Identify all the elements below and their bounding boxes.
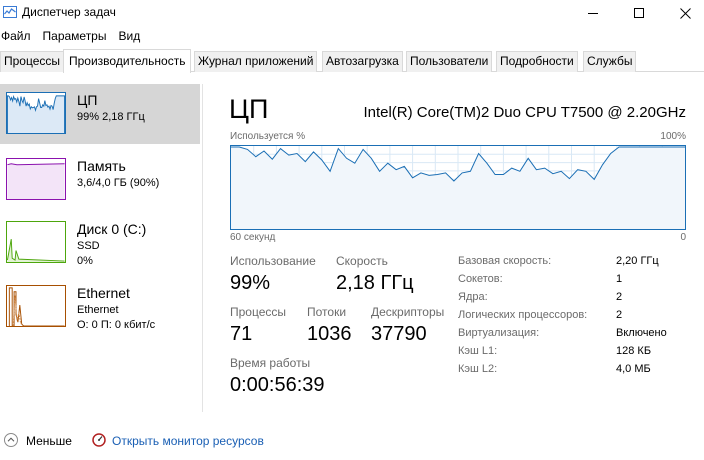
speed-label: Скорость bbox=[336, 254, 388, 268]
resource-monitor-icon bbox=[92, 433, 106, 447]
spec-key: Базовая скорость: bbox=[458, 255, 552, 267]
chevron-up-icon[interactable] bbox=[4, 433, 18, 447]
uptime-value: 0:00:56:39 bbox=[230, 374, 325, 396]
spec-value: 4,0 МБ bbox=[616, 363, 651, 375]
handles-label: Дескрипторы bbox=[371, 305, 445, 319]
ethernet-thumbnail-graph bbox=[6, 285, 66, 327]
graph-y-label: Используется % bbox=[230, 131, 306, 142]
sidebar-item-label: Память bbox=[77, 158, 126, 174]
sidebar-item-disk[interactable]: Диск 0 (C:) SSD 0% bbox=[0, 213, 200, 273]
spec-value: 1 bbox=[616, 273, 623, 285]
memory-thumbnail-graph bbox=[6, 158, 66, 200]
cpu-model-name: Intel(R) Core(TM)2 Duo CPU T7500 @ 2.20G… bbox=[363, 104, 686, 121]
tab-app-history[interactable]: Журнал приложений bbox=[194, 51, 318, 72]
threads-label: Потоки bbox=[307, 305, 347, 319]
disk-thumbnail-graph bbox=[6, 221, 66, 263]
tab-users[interactable]: Пользователи bbox=[406, 51, 493, 72]
spec-key: Логических процессоров: bbox=[458, 309, 588, 321]
tab-details[interactable]: Подробности bbox=[496, 51, 578, 72]
usage-label: Использование bbox=[230, 254, 316, 268]
graph-y-min: 0 bbox=[680, 232, 686, 243]
sidebar-item-label: Диск 0 (C:) bbox=[77, 221, 147, 237]
tab-strip: Процессы Производительность Журнал прило… bbox=[0, 49, 704, 73]
minimize-button[interactable] bbox=[570, 0, 616, 26]
spec-key: Кэш L1: bbox=[458, 345, 498, 357]
uptime-label: Время работы bbox=[230, 356, 311, 370]
title-bar: Диспетчер задач bbox=[0, 0, 704, 26]
processes-value: 71 bbox=[230, 323, 253, 345]
sidebar-item-label: Ethernet bbox=[77, 285, 130, 301]
task-manager-icon bbox=[3, 6, 17, 18]
page-title: ЦП bbox=[229, 94, 269, 124]
spec-key: Сокетов: bbox=[458, 273, 503, 285]
close-button[interactable] bbox=[662, 0, 704, 26]
cpu-thumbnail-graph bbox=[6, 92, 66, 134]
tab-services[interactable]: Службы bbox=[583, 51, 637, 72]
spec-value: 128 КБ bbox=[616, 345, 652, 357]
fewer-details-button[interactable]: Меньше bbox=[26, 434, 72, 448]
graph-y-max: 100% bbox=[660, 131, 686, 142]
sidebar-item-detail-2: О: 0 П: 0 кбит/с bbox=[77, 319, 156, 331]
window-title: Диспетчер задач bbox=[22, 5, 116, 19]
sidebar-item-ethernet[interactable]: Ethernet Ethernet О: 0 П: 0 кбит/с bbox=[0, 277, 200, 337]
spec-value: 2,20 ГГц bbox=[616, 255, 659, 267]
resource-list: ЦП 99% 2,18 ГГц Память 3,6/4,0 ГБ (90%) … bbox=[0, 84, 203, 412]
open-resource-monitor-link[interactable]: Открыть монитор ресурсов bbox=[112, 434, 264, 448]
cpu-usage-graph bbox=[230, 145, 686, 230]
footer: Меньше Открыть монитор ресурсов bbox=[0, 428, 704, 456]
menu-view[interactable]: Вид bbox=[117, 27, 145, 47]
maximize-button[interactable] bbox=[616, 0, 662, 26]
threads-value: 1036 bbox=[307, 323, 352, 345]
tab-startup[interactable]: Автозагрузка bbox=[322, 51, 403, 72]
spec-value: 2 bbox=[616, 309, 623, 321]
menu-bar: Файл Параметры Вид bbox=[0, 27, 151, 47]
graph-time-span: 60 секунд bbox=[230, 232, 276, 243]
spec-key: Кэш L2: bbox=[458, 363, 498, 375]
close-icon bbox=[679, 7, 691, 19]
sidebar-item-detail: 3,6/4,0 ГБ (90%) bbox=[77, 177, 160, 189]
tab-performance[interactable]: Производительность bbox=[63, 49, 192, 73]
sidebar-item-detail: SSD bbox=[77, 240, 100, 252]
maximize-icon bbox=[634, 8, 644, 18]
processes-label: Процессы bbox=[230, 305, 287, 319]
tab-processes[interactable]: Процессы bbox=[0, 51, 65, 72]
sidebar-item-detail: Ethernet bbox=[77, 304, 119, 316]
minimize-icon bbox=[588, 12, 598, 14]
sidebar-item-memory[interactable]: Память 3,6/4,0 ГБ (90%) bbox=[0, 150, 200, 210]
menu-options[interactable]: Параметры bbox=[42, 27, 112, 47]
sidebar-item-label: ЦП bbox=[77, 92, 98, 108]
usage-value: 99% bbox=[230, 272, 271, 294]
speed-value: 2,18 ГГц bbox=[336, 272, 414, 294]
sidebar-item-detail-2: 0% bbox=[77, 255, 93, 267]
spec-value: Включено bbox=[616, 327, 667, 339]
spec-key: Ядра: bbox=[458, 291, 488, 303]
menu-file[interactable]: Файл bbox=[0, 27, 36, 47]
spec-key: Виртуализация: bbox=[458, 327, 540, 339]
sidebar-item-detail: 99% 2,18 ГГц bbox=[77, 111, 145, 123]
sidebar-item-cpu[interactable]: ЦП 99% 2,18 ГГц bbox=[0, 84, 200, 144]
handles-value: 37790 bbox=[371, 323, 427, 345]
spec-value: 2 bbox=[616, 291, 623, 303]
